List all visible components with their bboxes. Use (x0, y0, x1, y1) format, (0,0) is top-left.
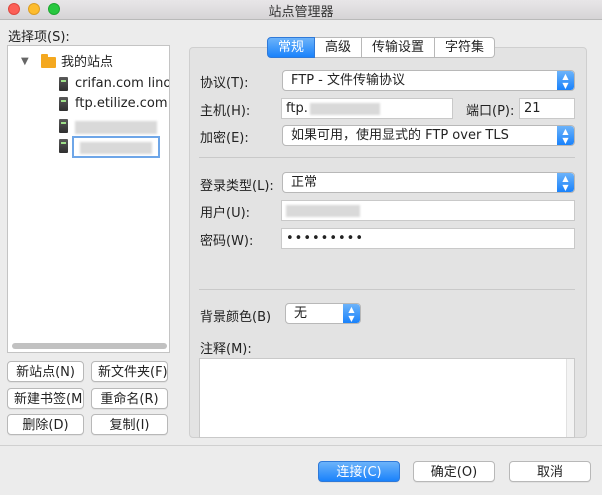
password-label: 密码(W): (200, 234, 254, 249)
comments-textarea[interactable] (199, 358, 575, 438)
port-input[interactable]: 21 (519, 98, 575, 119)
separator (199, 289, 575, 290)
title-bar: 站点管理器 (0, 0, 602, 20)
settings-tabs: 常规 高级 传输设置 字符集 (267, 37, 496, 58)
tab-advanced[interactable]: 高级 (315, 37, 363, 58)
folder-icon (41, 54, 56, 68)
rename-button[interactable]: 重命名(R) (91, 388, 168, 409)
site-tree[interactable]: ▼ 我的站点 crifan.com linode ftp.etilize.com (7, 45, 170, 353)
encryption-label: 加密(E): (200, 131, 249, 146)
password-value: ••••••••• (286, 231, 365, 246)
encryption-value: 如果可用，使用显式的 FTP over TLS (291, 128, 509, 143)
comments-label: 注释(M): (200, 342, 252, 357)
tree-item-label: 我的站点 (61, 55, 114, 70)
port-value: 21 (524, 101, 541, 116)
server-icon (59, 119, 68, 133)
ok-button[interactable]: 确定(O) (413, 461, 495, 482)
host-label: 主机(H): (200, 104, 251, 119)
tab-general[interactable]: 常规 (267, 37, 316, 58)
logon-type-select[interactable]: 正常 ▲ ▼ (282, 172, 575, 193)
encryption-select[interactable]: 如果可用，使用显式的 FTP over TLS ▲ ▼ (282, 125, 575, 146)
tree-item-site[interactable]: crifan.com linode (8, 74, 169, 94)
logon-type-value: 正常 (291, 175, 318, 190)
footer-separator (0, 445, 602, 446)
background-color-label: 背景颜色(B) (200, 310, 272, 325)
port-label: 端口(P): (466, 104, 515, 119)
redacted-host (310, 103, 380, 115)
site-manager-window: 站点管理器 选择项(S): ▼ 我的站点 crifan.com linode f… (0, 0, 602, 495)
tree-item-label: crifan.com linode (75, 76, 169, 91)
tree-item-label: ftp.etilize.com (75, 96, 168, 111)
tree-horizontal-scrollbar[interactable] (12, 343, 167, 349)
disclosure-triangle-icon[interactable]: ▼ (21, 52, 29, 72)
redacted-user (286, 205, 360, 217)
server-icon (59, 77, 68, 91)
select-arrows-icon: ▲ ▼ (557, 71, 574, 90)
background-color-select[interactable]: 无 ▲ ▼ (285, 303, 361, 324)
select-arrows-icon: ▲ ▼ (557, 173, 574, 192)
connect-button[interactable]: 连接(C) (318, 461, 400, 482)
tree-item-site-selected[interactable] (8, 136, 168, 158)
password-input[interactable]: ••••••••• (281, 228, 575, 249)
protocol-value: FTP - 文件传输协议 (291, 73, 405, 88)
host-input[interactable]: ftp. (281, 98, 453, 119)
host-value: ftp. (286, 101, 308, 116)
user-label: 用户(U): (200, 206, 251, 221)
server-icon (59, 139, 68, 153)
redacted-label (75, 121, 157, 134)
select-arrows-icon: ▲ ▼ (557, 126, 574, 145)
tree-item-site[interactable]: ftp.etilize.com (8, 94, 168, 114)
tab-transfer-settings[interactable]: 传输设置 (362, 37, 436, 58)
tab-charset[interactable]: 字符集 (435, 37, 496, 58)
user-input[interactable] (281, 200, 575, 221)
select-arrows-icon: ▲ ▼ (343, 304, 360, 323)
background-color-value: 无 (294, 306, 308, 321)
protocol-label: 协议(T): (200, 76, 249, 91)
protocol-select[interactable]: FTP - 文件传输协议 ▲ ▼ (282, 70, 575, 91)
cancel-button[interactable]: 取消 (509, 461, 591, 482)
window-title: 站点管理器 (268, 5, 334, 20)
new-site-button[interactable]: 新站点(N) (7, 361, 84, 382)
new-folder-button[interactable]: 新文件夹(F) (91, 361, 168, 382)
select-entry-label: 选择项(S): (8, 30, 70, 45)
redacted-label (80, 142, 152, 154)
delete-button[interactable]: 删除(D) (7, 414, 84, 435)
separator (199, 157, 575, 158)
copy-button[interactable]: 复制(I) (91, 414, 168, 435)
comments-scrollbar[interactable] (566, 359, 574, 437)
tree-item-site[interactable] (8, 116, 168, 136)
server-icon (59, 97, 68, 111)
tree-item-my-sites[interactable]: ▼ 我的站点 (8, 52, 168, 72)
new-bookmark-button[interactable]: 新建书签(M) (7, 388, 84, 409)
rename-edit-field[interactable] (72, 136, 160, 158)
logon-type-label: 登录类型(L): (200, 179, 274, 194)
